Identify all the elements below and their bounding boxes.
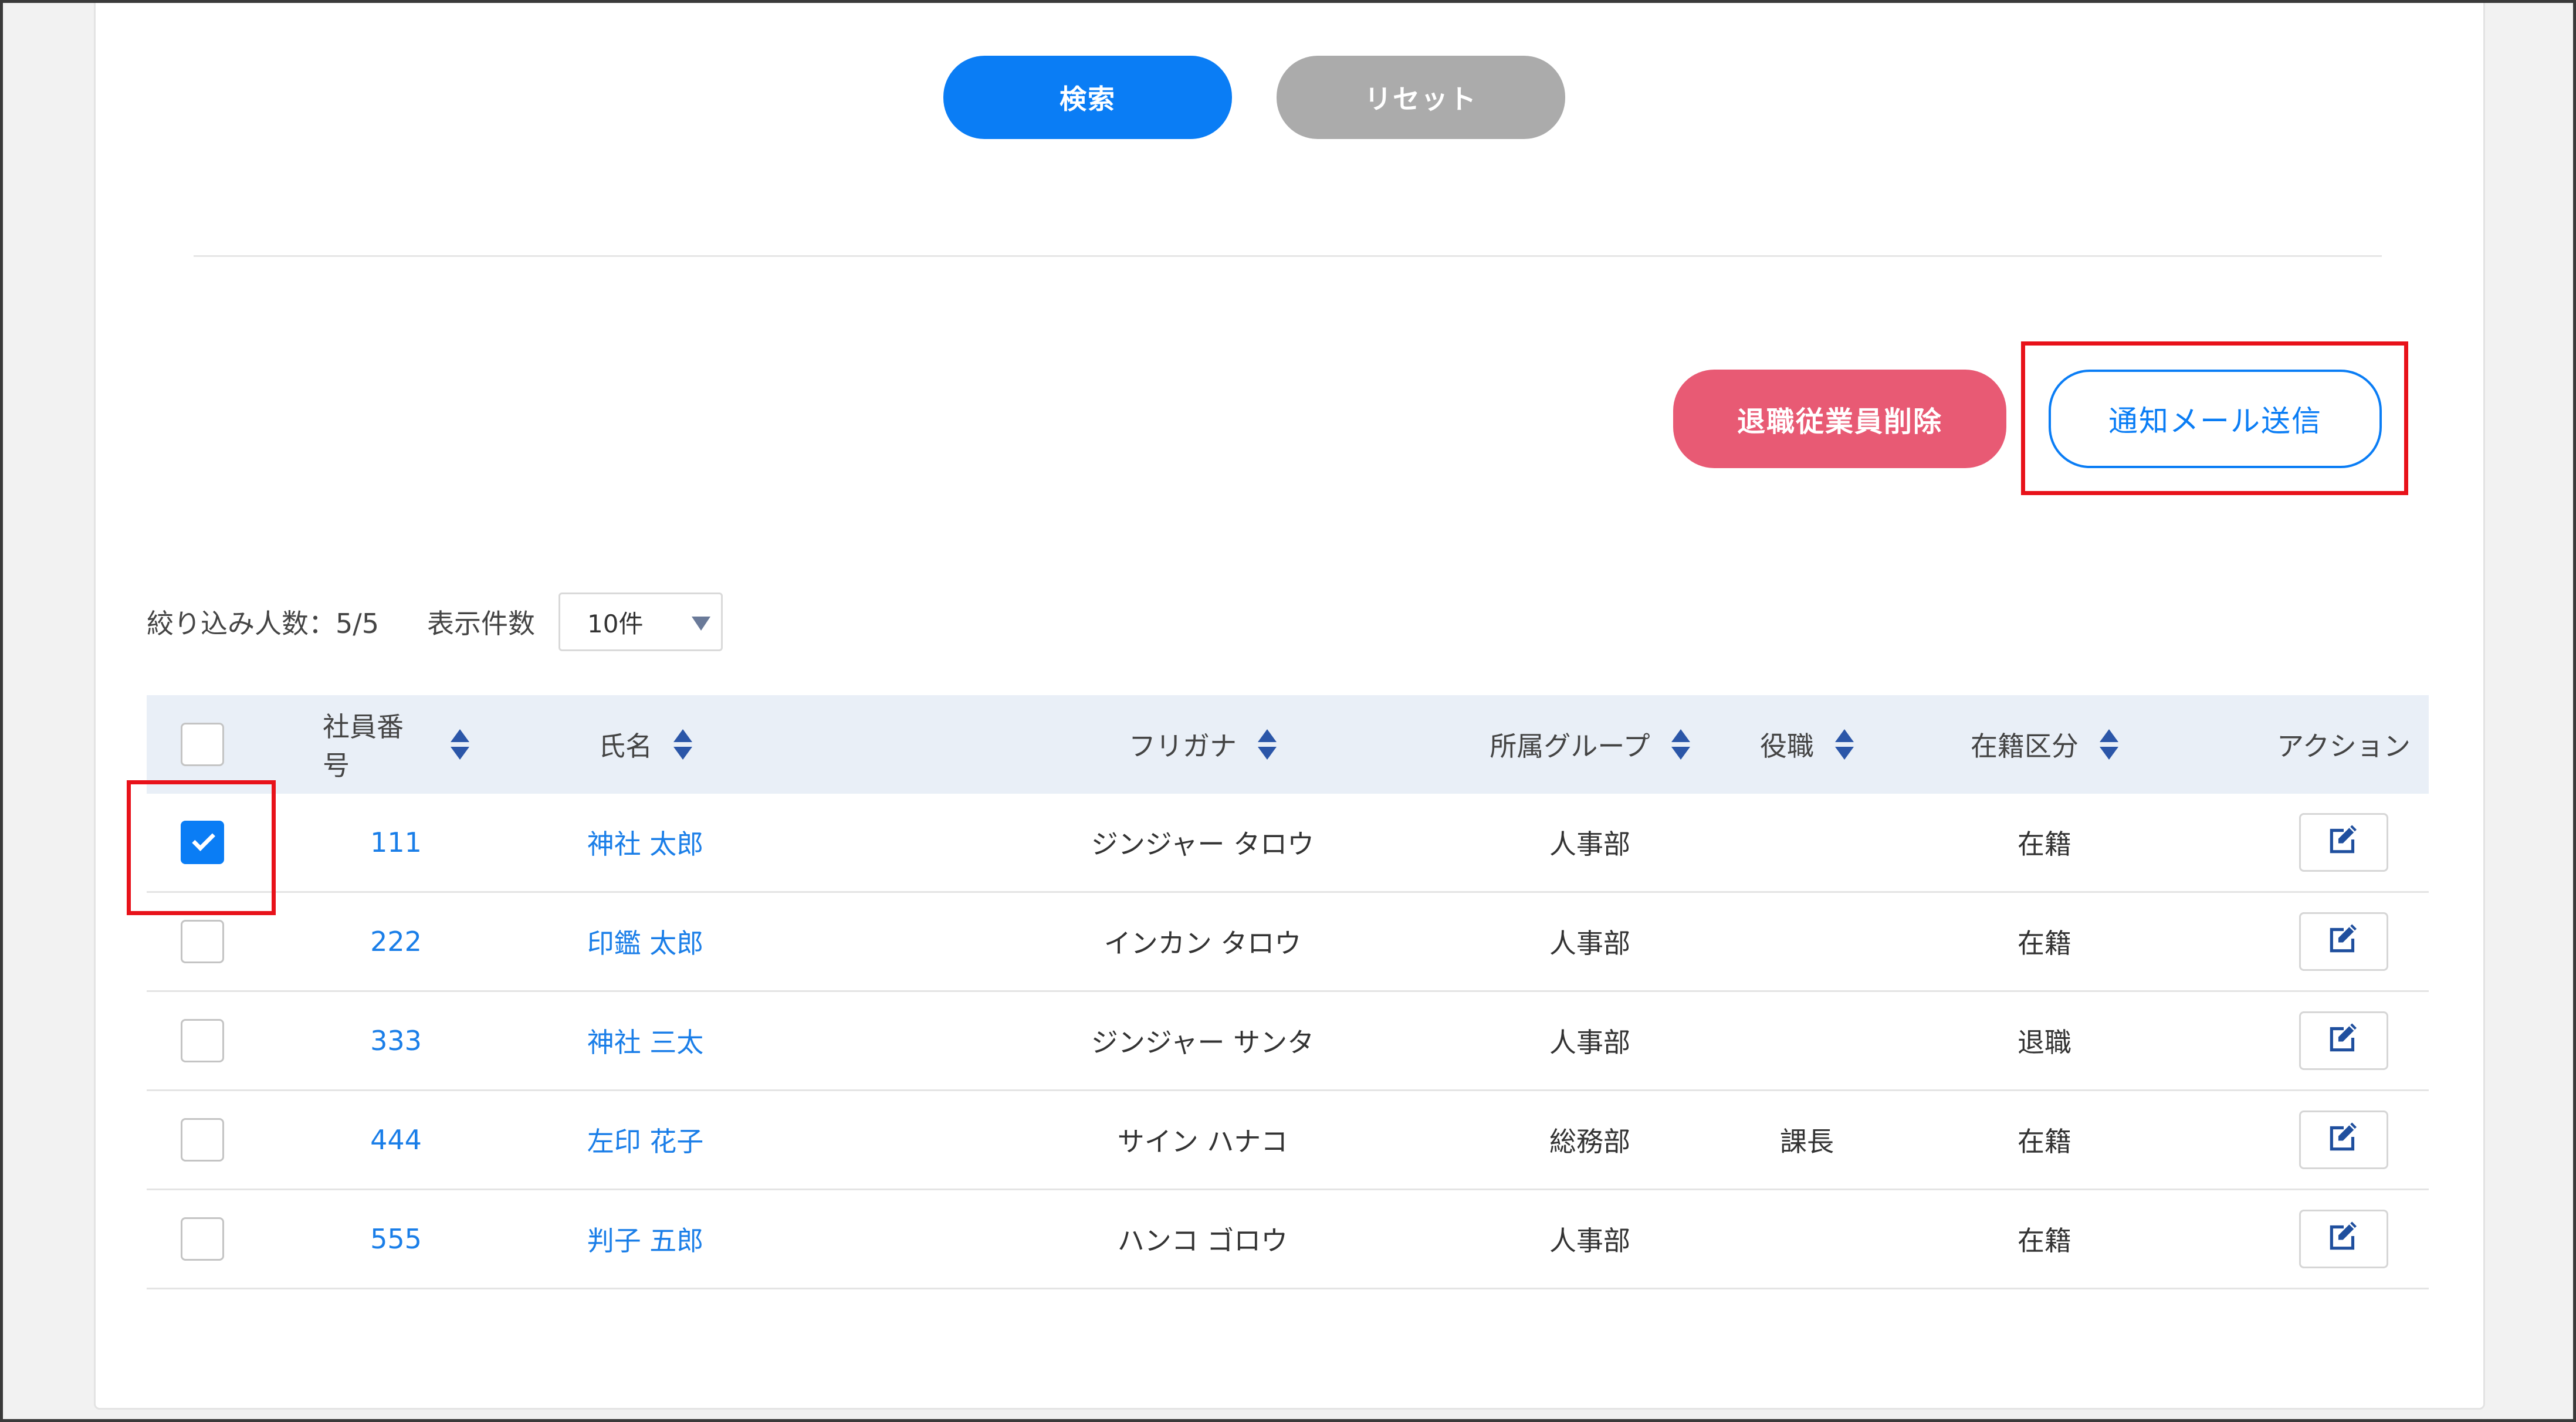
reset-button[interactable]: リセット (1277, 56, 1565, 139)
sort-icon[interactable] (2100, 729, 2118, 760)
header-select-all (147, 695, 258, 794)
table-row: 444 左印 花子 サイン ハナコ 総務部 課長 在籍 (147, 1091, 2429, 1190)
employee-role: 課長 (1780, 1126, 1834, 1157)
employee-id-link[interactable]: 111 (323, 794, 469, 891)
select-all-checkbox[interactable] (181, 723, 224, 766)
employee-status: 在籍 (2018, 1126, 2071, 1157)
employee-name-link[interactable]: 神社 三太 (557, 992, 733, 1089)
employee-status: 在籍 (2018, 828, 2071, 860)
employee-name-link[interactable]: 神社 太郎 (557, 794, 733, 891)
row-select (147, 992, 258, 1089)
row-select (147, 1190, 258, 1288)
header-name[interactable]: 氏名 (557, 695, 733, 794)
header-kana[interactable]: フリガナ (909, 695, 1496, 794)
highlight-box-checkbox (127, 780, 276, 915)
table-header: 社員番号 氏名 フリガナ 所属グループ 役職 在籍区分 アクション (147, 695, 2429, 794)
row-checkbox[interactable] (181, 1217, 224, 1261)
employee-role (1719, 893, 1895, 990)
edit-button[interactable] (2299, 1210, 2388, 1268)
employee-kana: ジンジャー サンタ (1091, 1027, 1315, 1058)
table-row: 111 神社 太郎 ジンジャー タロウ 人事部 在籍 (147, 794, 2429, 893)
employee-table: 社員番号 氏名 フリガナ 所属グループ 役職 在籍区分 アクション 111 神社 … (147, 695, 2429, 1289)
employee-status: 在籍 (2018, 927, 2071, 959)
employee-group: 人事部 (1549, 1027, 1630, 1058)
section-divider (194, 255, 2382, 257)
row-action (2259, 893, 2429, 990)
edit-button[interactable] (2299, 1110, 2388, 1169)
employee-id-link[interactable]: 444 (323, 1091, 469, 1189)
employee-kana: ジンジャー タロウ (1091, 828, 1315, 860)
sort-icon[interactable] (673, 729, 692, 760)
row-action (2259, 1091, 2429, 1189)
employee-status: 在籍 (2018, 1225, 2071, 1257)
row-action (2259, 794, 2429, 891)
header-action-label: アクション (2277, 730, 2411, 762)
employee-kana: インカン タロウ (1103, 927, 1302, 959)
employee-id-link[interactable]: 555 (323, 1190, 469, 1288)
row-action (2259, 992, 2429, 1089)
row-checkbox[interactable] (181, 1118, 224, 1162)
edit-button[interactable] (2299, 813, 2388, 872)
row-checkbox[interactable] (181, 920, 224, 963)
header-status-label: 在籍区分 (1971, 730, 2079, 762)
sort-icon[interactable] (1835, 729, 1854, 760)
row-checkbox[interactable] (181, 1019, 224, 1062)
sort-icon[interactable] (451, 729, 469, 760)
table-row: 333 神社 三太 ジンジャー サンタ 人事部 退職 (147, 992, 2429, 1091)
header-role-label: 役職 (1760, 730, 1814, 762)
header-status[interactable]: 在籍区分 (1907, 695, 2182, 794)
employee-group: 総務部 (1549, 1126, 1630, 1157)
employee-role (1719, 1190, 1895, 1288)
header-employee-id-label: 社員番号 (323, 711, 404, 781)
highlight-box-notify (2021, 341, 2408, 495)
table-row: 222 印鑑 太郎 インカン タロウ 人事部 在籍 (147, 893, 2429, 992)
employee-group: 人事部 (1549, 927, 1630, 959)
search-button[interactable]: 検索 (943, 56, 1232, 139)
employee-id-link[interactable]: 222 (323, 893, 469, 990)
filter-count: 絞り込み人数：5/5 (147, 608, 380, 639)
row-select (147, 1091, 258, 1189)
employee-id-link[interactable]: 333 (323, 992, 469, 1089)
row-action (2259, 1190, 2429, 1288)
header-name-label: 氏名 (598, 730, 652, 762)
edit-icon (2325, 1120, 2362, 1160)
employee-name-link[interactable]: 印鑑 太郎 (557, 893, 733, 990)
sort-icon[interactable] (1671, 729, 1690, 760)
edit-icon (2325, 822, 2362, 863)
edit-icon (2325, 922, 2362, 962)
employee-name-link[interactable]: 左印 花子 (557, 1091, 733, 1189)
header-role[interactable]: 役職 (1719, 695, 1895, 794)
header-action: アクション (2259, 695, 2429, 794)
employee-status: 退職 (2018, 1027, 2071, 1058)
edit-button[interactable] (2299, 912, 2388, 971)
employee-group: 人事部 (1549, 1225, 1630, 1257)
edit-icon (2325, 1219, 2362, 1260)
filter-bar: 絞り込み人数：5/5 表示件数 10件 (147, 592, 723, 651)
employee-name-link[interactable]: 判子 五郎 (557, 1190, 733, 1288)
page-size-label: 表示件数 (427, 608, 536, 639)
edit-icon (2325, 1021, 2362, 1061)
employee-kana: サイン ハナコ (1117, 1126, 1288, 1157)
header-group[interactable]: 所属グループ (1426, 695, 1754, 794)
header-kana-label: フリガナ (1129, 730, 1237, 762)
header-group-label: 所属グループ (1490, 730, 1650, 762)
page-size-select[interactable]: 10件 (558, 592, 723, 651)
employee-role (1719, 992, 1895, 1089)
table-row: 555 判子 五郎 ハンコ ゴロウ 人事部 在籍 (147, 1190, 2429, 1289)
edit-button[interactable] (2299, 1011, 2388, 1070)
table-body: 111 神社 太郎 ジンジャー タロウ 人事部 在籍 222 印鑑 太郎 インカン タロウ 人事… (147, 794, 2429, 1289)
chevron-down-icon (692, 617, 711, 631)
header-employee-id[interactable]: 社員番号 (323, 695, 469, 794)
employee-role (1719, 794, 1895, 891)
page-size-value: 10件 (587, 609, 644, 638)
sort-icon[interactable] (1258, 729, 1277, 760)
delete-retired-employees-button[interactable]: 退職従業員削除 (1673, 370, 2006, 468)
employee-kana: ハンコ ゴロウ (1117, 1225, 1288, 1257)
employee-group: 人事部 (1549, 828, 1630, 860)
